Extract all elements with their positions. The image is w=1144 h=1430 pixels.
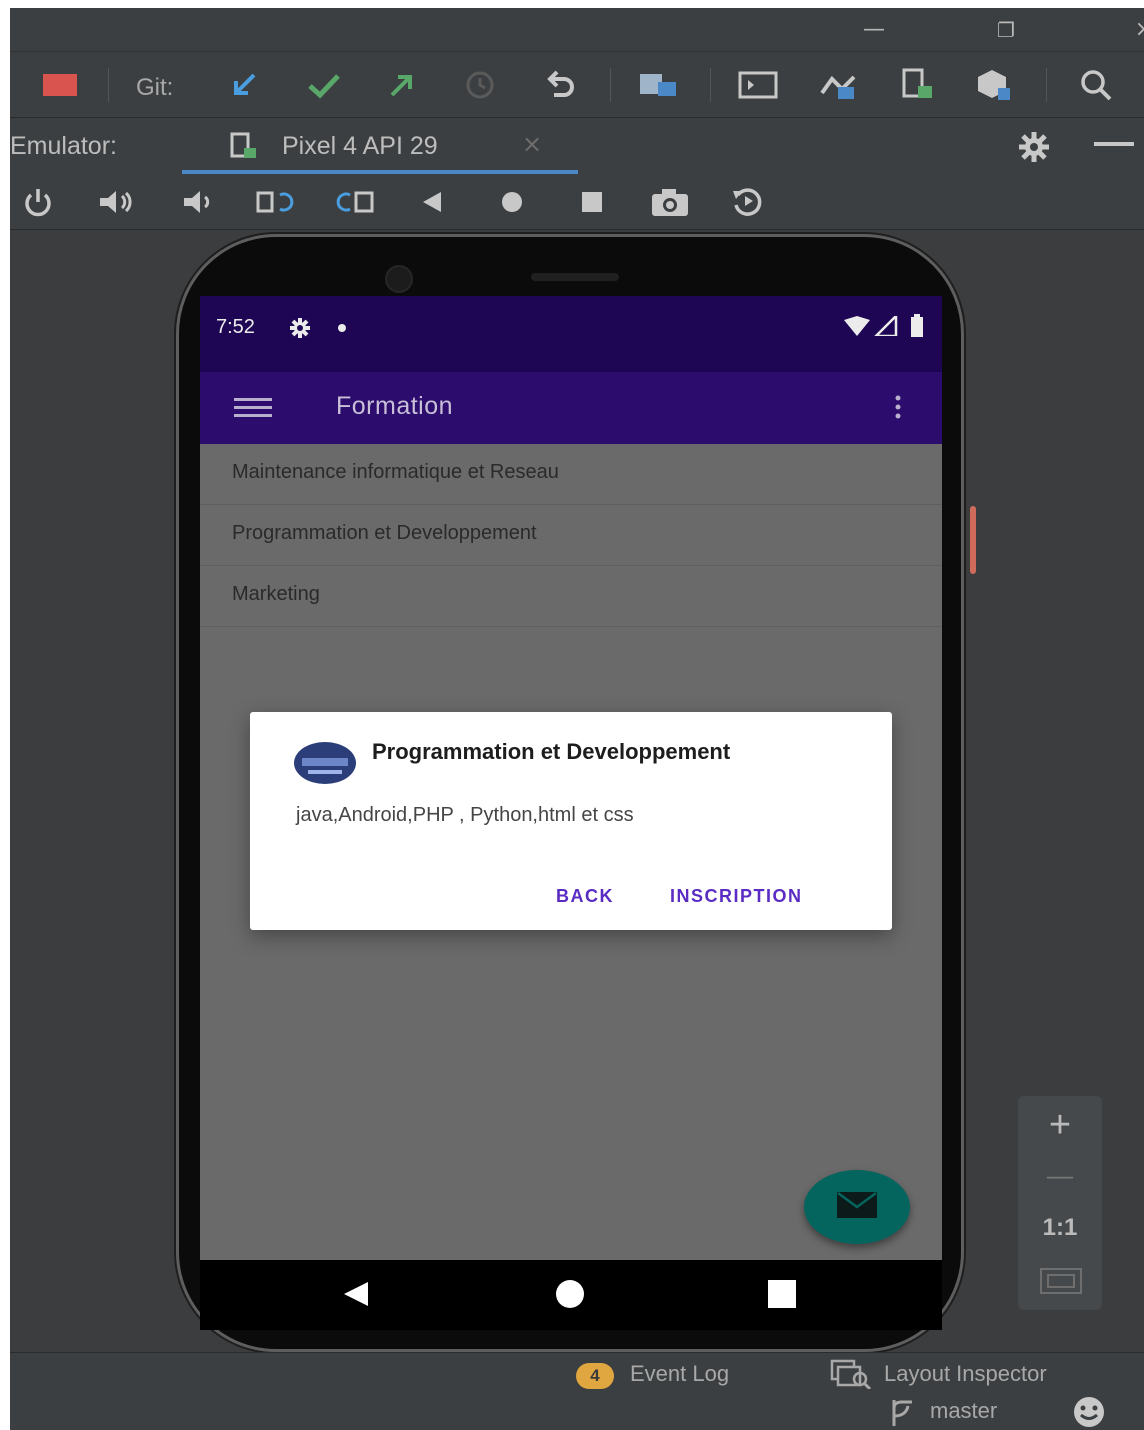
power-icon[interactable]	[18, 182, 58, 222]
toolbar-divider	[108, 68, 109, 102]
screenshot-icon[interactable]	[650, 182, 690, 222]
emulator-tab-bar: Emulator: Pixel 4 API 29 ×	[10, 118, 1144, 174]
dialog-title: Programmation et Developpement	[372, 739, 731, 764]
main-toolbar: Git:	[10, 52, 1144, 118]
git-label: Git:	[136, 74, 174, 101]
close-window-button[interactable]: ×	[1126, 12, 1144, 48]
search-icon[interactable]	[1076, 65, 1116, 105]
list-item[interactable]: Marketing	[200, 566, 942, 627]
git-branch-icon	[886, 1398, 916, 1430]
wifi-icon	[844, 316, 870, 340]
email-fab-button[interactable]	[804, 1170, 910, 1244]
revert-icon[interactable]	[540, 65, 580, 105]
notification-dot-icon	[338, 324, 346, 332]
battery-icon	[910, 314, 924, 342]
snapshot-icon[interactable]	[728, 182, 768, 222]
dialog-message: java,Android,PHP , Python,html et css	[296, 804, 634, 826]
list-item[interactable]: Programmation et Developpement	[200, 505, 942, 566]
history-icon[interactable]	[460, 65, 500, 105]
list-item-label: Programmation et Developpement	[232, 522, 537, 544]
nav-back-icon[interactable]	[340, 1278, 372, 1314]
rotate-right-icon[interactable]	[336, 182, 376, 222]
stop-icon[interactable]	[40, 65, 80, 105]
list-item-label: Maintenance informatique et Reseau	[232, 461, 559, 483]
app-toolbar: Formation	[200, 372, 942, 444]
minimize-panel-icon[interactable]	[1094, 142, 1134, 146]
nav-overview-icon[interactable]	[766, 1278, 798, 1314]
rotate-left-icon[interactable]	[256, 182, 296, 222]
layout-inspector-button[interactable]: Layout Inspector	[884, 1361, 1047, 1387]
settings-gear-icon[interactable]	[1016, 130, 1052, 168]
settings-notification-icon	[288, 316, 312, 344]
zoom-in-button[interactable]: +	[1018, 1104, 1102, 1147]
device-tab-label: Pixel 4 API 29	[282, 132, 438, 160]
device-icon	[230, 132, 260, 164]
feedback-smiley-icon[interactable]	[1072, 1396, 1106, 1430]
earpiece-speaker	[531, 273, 619, 281]
app-title: Formation	[336, 392, 454, 420]
toolbar-divider	[710, 68, 711, 102]
fit-screen-icon[interactable]	[1040, 1268, 1082, 1298]
git-branch-label[interactable]: master	[930, 1398, 997, 1424]
zoom-out-button[interactable]: —	[1018, 1160, 1102, 1191]
dialog-logo-icon	[294, 742, 356, 784]
ide-window: — ❐ × Git:	[10, 8, 1144, 1430]
layout-inspector-icon	[830, 1359, 872, 1393]
event-count-badge: 4	[576, 1363, 614, 1389]
status-time: 7:52	[216, 316, 255, 338]
window-title-bar: — ❐ ×	[10, 8, 1144, 52]
device-screen[interactable]: 7:52 Formation Maintenance informatique …	[200, 296, 942, 1330]
android-nav-bar	[200, 1260, 942, 1330]
email-icon	[837, 1191, 877, 1222]
overflow-menu-icon[interactable]	[892, 394, 904, 426]
menu-hamburger-icon[interactable]	[234, 396, 274, 424]
restore-button[interactable]: ❐	[988, 12, 1024, 48]
zoom-panel: + — 1:1	[1018, 1096, 1102, 1310]
home-icon[interactable]	[492, 182, 532, 222]
project-structure-icon[interactable]	[638, 65, 678, 105]
back-icon[interactable]	[412, 182, 452, 222]
power-side-button[interactable]	[970, 506, 976, 574]
cell-signal-icon	[872, 312, 898, 340]
minimize-button[interactable]: —	[856, 12, 892, 48]
volume-down-icon[interactable]	[178, 182, 218, 222]
ide-status-line: master	[10, 1392, 1144, 1430]
overview-icon[interactable]	[572, 182, 612, 222]
toolbar-divider	[610, 68, 611, 102]
tab-pixel-4-api-29[interactable]: Pixel 4 API 29 ×	[182, 118, 578, 174]
toolbar-divider	[1046, 68, 1047, 102]
zoom-actual-size-button[interactable]: 1:1	[1018, 1214, 1102, 1242]
inscription-button[interactable]: INSCRIPTION	[670, 886, 803, 907]
emulator-display-area: 7:52 Formation Maintenance informatique …	[10, 230, 1144, 1352]
sdk-manager-icon[interactable]	[974, 65, 1014, 105]
alert-dialog: Programmation et Developpement java,Andr…	[250, 712, 892, 930]
emulator-label: Emulator:	[10, 132, 117, 160]
android-status-bar: 7:52	[200, 296, 942, 372]
terminal-icon[interactable]	[738, 65, 778, 105]
nav-home-icon[interactable]	[554, 1278, 586, 1314]
device-manager-icon[interactable]	[898, 65, 938, 105]
git-commit-icon[interactable]	[304, 65, 344, 105]
front-camera	[385, 265, 413, 293]
close-tab-icon[interactable]: ×	[522, 130, 542, 158]
event-log-button[interactable]: Event Log	[630, 1361, 729, 1387]
git-update-icon[interactable]	[224, 65, 264, 105]
volume-up-icon[interactable]	[98, 182, 138, 222]
list-item[interactable]: Maintenance informatique et Reseau	[200, 444, 942, 505]
back-button[interactable]: BACK	[556, 886, 614, 907]
list-item-label: Marketing	[232, 583, 320, 605]
avd-manager-icon[interactable]	[818, 65, 858, 105]
git-push-icon[interactable]	[382, 65, 422, 105]
tool-window-bar: 4 Event Log Layout Inspector	[10, 1352, 1144, 1392]
device-control-bar	[10, 174, 1144, 230]
